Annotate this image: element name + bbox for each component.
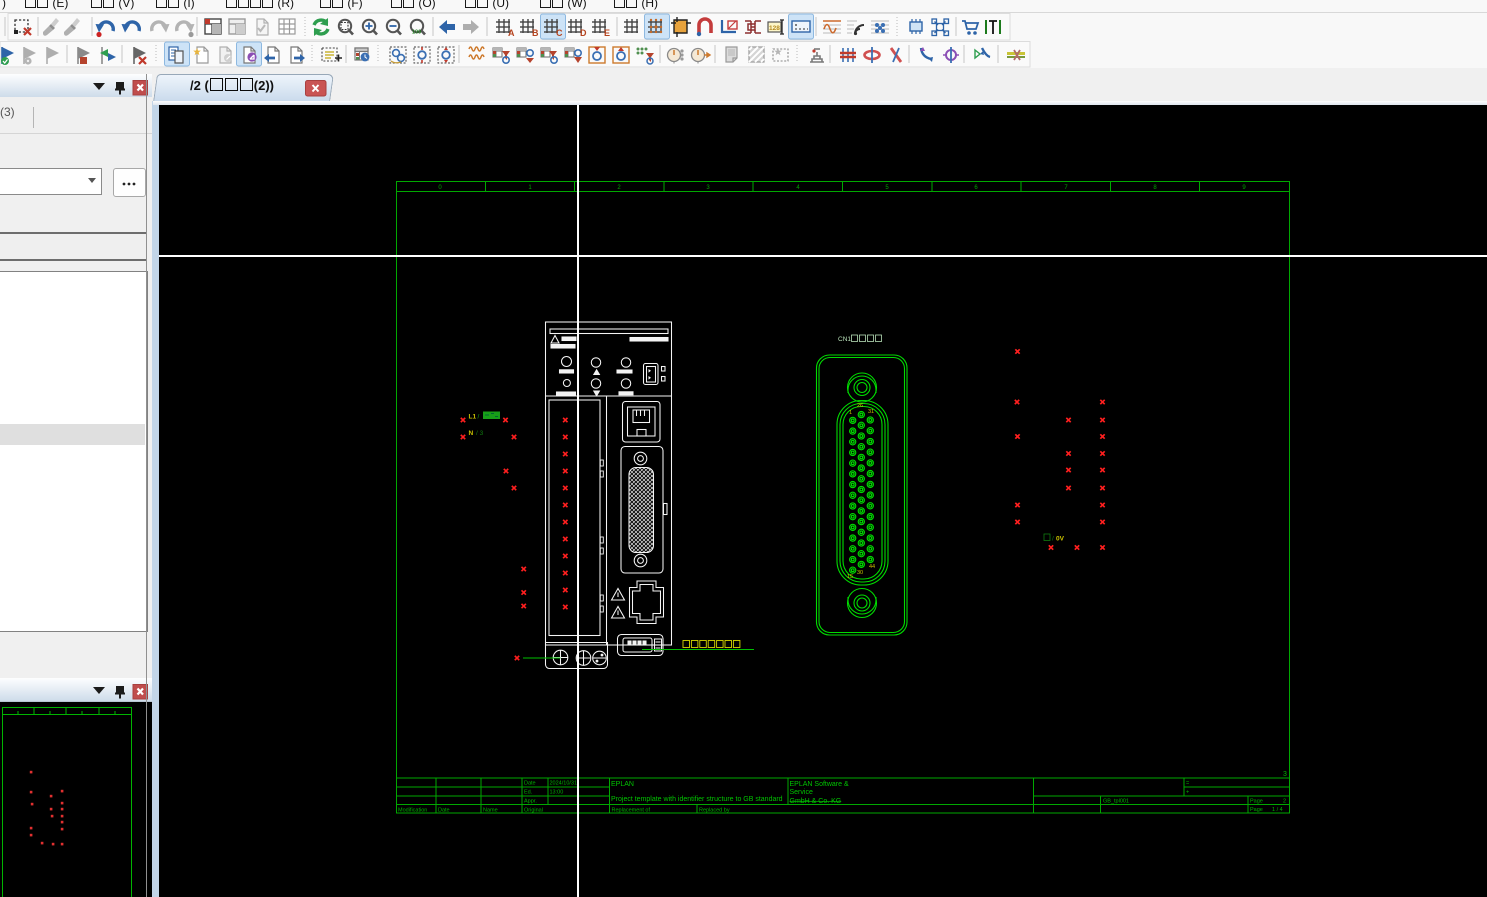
- svg-text:Page: Page: [1250, 807, 1263, 813]
- svg-text:26: 26: [857, 403, 863, 409]
- svg-text:15: 15: [847, 574, 853, 580]
- svg-text:CN1: CN1: [838, 336, 851, 343]
- svg-text:N: N: [469, 430, 474, 437]
- svg-text:B: B: [532, 28, 539, 38]
- svg-text:EPLAN: EPLAN: [611, 781, 634, 788]
- svg-text:Page: Page: [1250, 799, 1263, 805]
- svg-text:1 / 4: 1 / 4: [1272, 807, 1283, 813]
- svg-text:8: 8: [1153, 185, 1157, 191]
- svg-text:31: 31: [868, 409, 874, 415]
- svg-text:Date: Date: [438, 808, 450, 814]
- svg-text:A: A: [508, 28, 515, 38]
- svg-text:Appr.: Appr.: [524, 799, 537, 805]
- svg-text:1: 1: [528, 185, 532, 191]
- svg-text:Ed.: Ed.: [524, 790, 533, 796]
- svg-text:GmbH & Co. KG: GmbH & Co. KG: [790, 798, 842, 805]
- svg-text:Date: Date: [524, 781, 536, 787]
- svg-text:2024/10/31: 2024/10/31: [550, 781, 578, 787]
- svg-text:2: 2: [1283, 799, 1286, 805]
- svg-text:Original: Original: [524, 808, 543, 814]
- svg-text:13:00: 13:00: [550, 790, 564, 796]
- svg-text:0: 0: [438, 185, 442, 191]
- svg-text:100: 100: [412, 30, 421, 36]
- svg-text:+: +: [1186, 790, 1189, 796]
- svg-text:3: 3: [1283, 771, 1287, 778]
- svg-text:GB_tpl001: GB_tpl001: [1103, 799, 1129, 805]
- svg-text:Modification: Modification: [398, 808, 427, 814]
- svg-text:6: 6: [974, 185, 978, 191]
- svg-text:30: 30: [857, 570, 863, 576]
- svg-text:1: 1: [849, 410, 852, 416]
- svg-text:E: E: [604, 28, 610, 38]
- svg-text:5: 5: [885, 185, 889, 191]
- svg-text:2: 2: [617, 185, 621, 191]
- svg-text:Project template with identifi: Project template with identifier structu…: [611, 796, 783, 803]
- svg-text:9: 9: [1242, 185, 1246, 191]
- svg-text:L1: L1: [469, 414, 477, 421]
- svg-text:Replacement of: Replacement of: [612, 808, 651, 814]
- svg-text:128: 128: [769, 25, 780, 32]
- svg-text:/: /: [478, 414, 480, 421]
- svg-text:=: =: [1186, 781, 1189, 787]
- svg-text:D: D: [580, 28, 587, 38]
- svg-text:3: 3: [706, 185, 710, 191]
- svg-text:44: 44: [869, 564, 875, 570]
- svg-text:C: C: [556, 28, 563, 38]
- svg-text:7: 7: [1064, 185, 1068, 191]
- svg-text:Replaced by: Replaced by: [699, 808, 730, 814]
- svg-text:/ 3: / 3: [476, 430, 484, 437]
- svg-text:Service: Service: [790, 789, 813, 796]
- svg-text:0V: 0V: [1056, 536, 1065, 543]
- svg-text:/: /: [1052, 536, 1054, 543]
- svg-text:EPLAN Software &: EPLAN Software &: [790, 781, 849, 788]
- svg-text:Name: Name: [483, 808, 498, 814]
- svg-text:4: 4: [796, 185, 800, 191]
